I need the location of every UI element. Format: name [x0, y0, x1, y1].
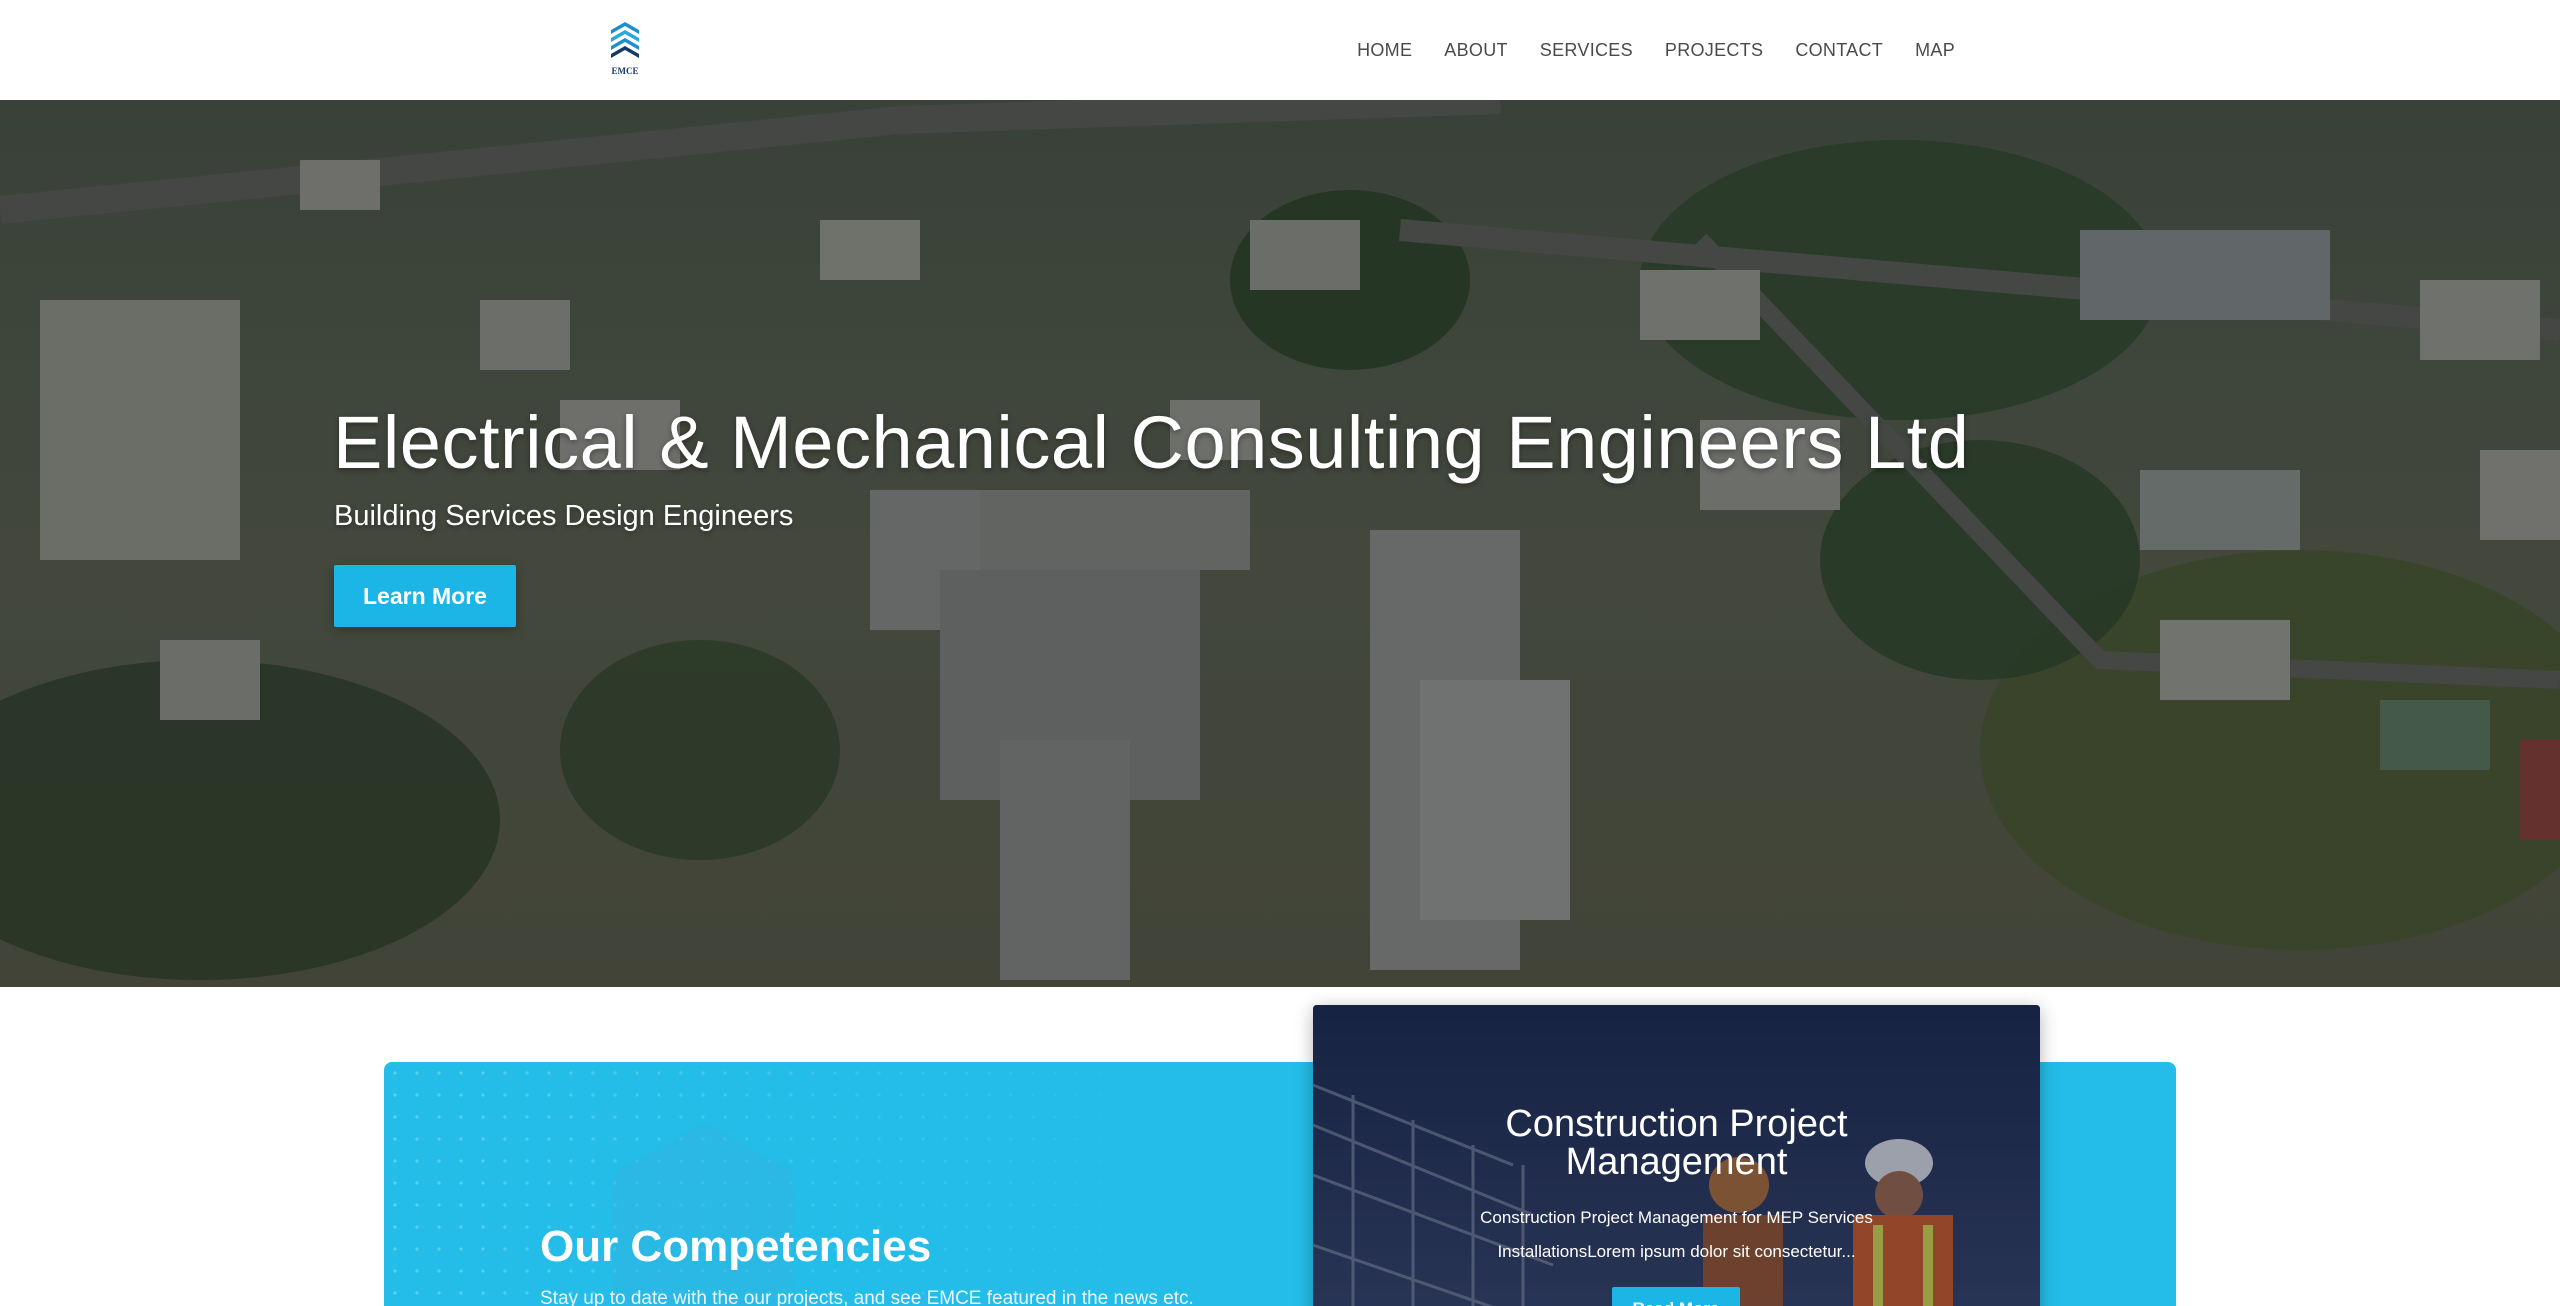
- main-nav: HOME ABOUT SERVICES PROJECTS CONTACT MAP: [1325, 37, 1955, 63]
- nav-projects[interactable]: PROJECTS: [1665, 37, 1763, 63]
- project-desc-line2: InstallationsLorem ipsum dolor sit conse…: [1497, 1242, 1856, 1261]
- learn-more-button[interactable]: Learn More: [334, 565, 516, 627]
- hero-subtitle: Building Services Design Engineers: [334, 500, 794, 532]
- nav-map[interactable]: MAP: [1915, 37, 1955, 63]
- read-more-button[interactable]: Read More: [1612, 1287, 1740, 1306]
- competencies-title: Our Competencies: [540, 1222, 932, 1271]
- project-desc-line1: Construction Project Management for MEP …: [1480, 1208, 1873, 1227]
- project-title-line2: Management: [1565, 1141, 1788, 1183]
- hero-overlay: [0, 100, 2560, 987]
- project-card[interactable]: Construction Project Management Construc…: [1313, 1005, 2040, 1306]
- project-title-line1: Construction Project: [1505, 1103, 1848, 1145]
- nav-about[interactable]: ABOUT: [1444, 37, 1508, 63]
- site-header: EMCE HOME ABOUT SERVICES PROJECTS CONTAC…: [0, 0, 2560, 100]
- hero-section: Electrical & Mechanical Consulting Engin…: [0, 100, 2560, 987]
- hero-title: Electrical & Mechanical Consulting Engin…: [333, 401, 1970, 484]
- project-card-description: Construction Project Management for MEP …: [1313, 1201, 2040, 1269]
- nav-contact[interactable]: CONTACT: [1795, 37, 1883, 63]
- logo-text: EMCE: [611, 66, 639, 76]
- competencies-description: Stay up to date with the our projects, a…: [540, 1288, 1194, 1306]
- nav-home[interactable]: HOME: [1357, 37, 1412, 63]
- project-card-title: Construction Project Management: [1313, 1105, 2040, 1181]
- emce-logo-icon[interactable]: EMCE: [606, 20, 644, 78]
- nav-services[interactable]: SERVICES: [1540, 37, 1633, 63]
